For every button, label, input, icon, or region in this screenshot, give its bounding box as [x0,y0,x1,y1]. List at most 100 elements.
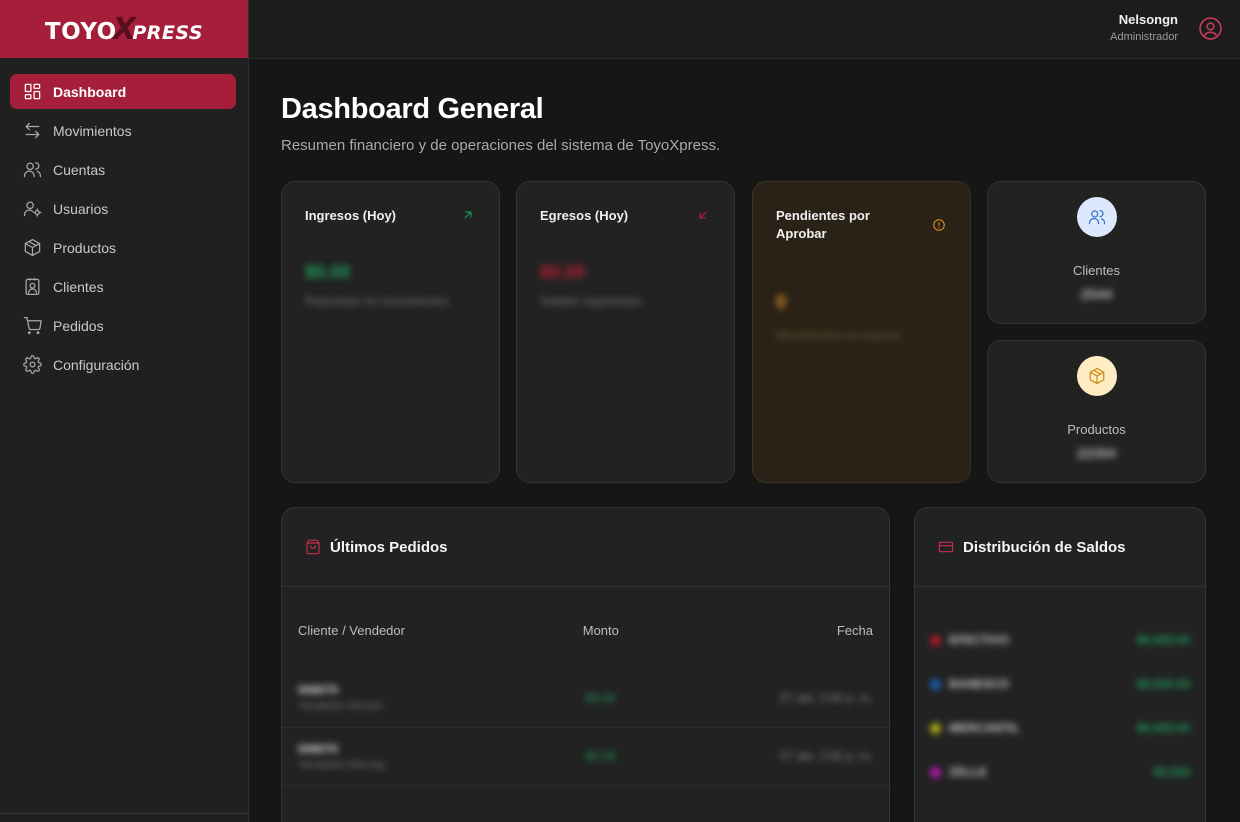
user-avatar-icon[interactable] [1198,16,1223,41]
panel-title: Últimos Pedidos [330,538,448,556]
sidebar-item-usuarios[interactable]: Usuarios [10,191,236,226]
balance-name: MERCANTIL [949,721,1020,735]
table-header-row: Cliente / Vendedor Monto Fecha [282,587,889,669]
user-cog-icon [22,199,42,219]
sidebar-item-label: Configuración [53,356,140,373]
contact-icon [22,277,42,297]
card-productos: Productos 22354 [987,340,1206,483]
sidebar-item-label: Usuarios [53,200,109,217]
sidebar-item-label: Productos [53,239,117,256]
alert-circle-icon [932,218,946,232]
table-row[interactable]: 008070 Vendedor Ahmed $0.00 07 abr, 2:55… [282,669,889,728]
page-title: Dashboard General [281,93,544,125]
color-dot [930,722,941,734]
cart-icon [22,316,42,336]
panel-header: Últimos Pedidos [282,508,889,587]
column-header[interactable]: Fecha [642,587,889,669]
orders-table: Cliente / Vendedor Monto Fecha 008070 Ve… [282,587,889,786]
page-subtitle: Resumen financiero y de operaciones del … [281,137,721,154]
user-info: Nelsongn Administrador [1110,12,1178,43]
panel-title: Distribución de Saldos [963,538,1126,556]
order-id: 008070 [298,741,339,756]
balance-account: MERCANTIL [930,721,1020,735]
order-date-cell: 07 abr, 2:55 p. m. [641,727,889,786]
balance-account: ZELLE [930,765,987,779]
sidebar-footer-divider [0,813,248,814]
sidebar-item-cuentas[interactable]: Cuentas [10,152,236,187]
balance-value: $0,000 [1153,765,1190,779]
list-item: MERCANTIL $0,000.00 [915,706,1205,750]
sidebar-item-configuracion[interactable]: Configuración [10,347,236,382]
arrows-icon [22,121,42,141]
egresos-value: $0.00 [540,262,586,282]
balance-value: $0,000.00 [1136,721,1190,735]
order-date: 07 abr, 2:55 p. m. [779,749,873,763]
pendientes-value: 0 [776,292,787,312]
order-date: 07 abr, 2:55 p. m. [779,690,873,705]
gear-icon [22,355,42,375]
stat-value: 2544 [1080,286,1113,302]
sidebar-item-movimientos[interactable]: Movimientos [10,113,236,148]
list-item: BANESCO $0,000.00 [915,662,1205,706]
card-pendientes: Pendientes por Aprobar 0 Movimientos en … [752,181,971,483]
pendientes-note: Movimientos en espera [776,328,901,342]
card-title: Ingresos (Hoy) [305,208,397,223]
list-item: EFECTIVO $0,000.00 [915,618,1205,662]
brand-header: TOYOXPRESS [0,0,248,58]
arrow-down-left-icon [696,208,710,222]
card-clientes: Clientes 2544 [987,181,1206,324]
egresos-note: Salidas registradas [540,294,643,308]
ingresos-value: $0.00 [305,262,351,282]
user-name: Nelsongn [1118,12,1178,27]
order-seller: Vendedor Ahmed [298,700,383,713]
sidebar-item-productos[interactable]: Productos [10,230,236,265]
column-header[interactable]: Cliente / Vendedor [282,587,560,669]
sidebar-item-clientes[interactable]: Clientes [10,269,236,304]
sidebar-item-pedidos[interactable]: Pedidos [10,308,236,343]
order-seller: Vendedor Marzap [298,758,385,771]
arrow-up-right-icon [461,208,475,222]
credit-card-icon [938,539,954,555]
balance-value: $0,000.00 [1136,633,1190,647]
logo-text-a: TOYO [44,18,117,45]
color-dot [930,766,941,778]
panel-header: Distribución de Saldos [915,508,1205,587]
shopping-bag-icon [305,539,321,555]
package-icon [1076,356,1117,396]
order-id: 008070 [298,683,339,698]
sidebar-item-dashboard[interactable]: Dashboard [10,74,236,109]
card-egresos: Egresos (Hoy) $0.00 Salidas registradas [516,181,735,483]
balance-account: BANESCO [930,677,1009,691]
balance-account: EFECTIVO [930,633,1009,647]
users-icon [22,160,42,180]
grid-icon [22,82,42,102]
color-dot [930,634,941,646]
color-dot [930,678,941,690]
order-client-cell: 008070 Vendedor Ahmed [282,669,560,728]
balances-list: EFECTIVO $0,000.00 BANESCO $0,000.00 MER… [915,587,1205,794]
stat-value: 22354 [1077,445,1116,461]
order-amount-cell: $0.00 [559,727,642,786]
sidebar-item-label: Pedidos [53,317,104,334]
order-amount: $0.00 [585,690,616,705]
order-client-cell: 008070 Vendedor Marzap [282,727,560,786]
top-bar: Nelsongn Administrador [249,0,1240,59]
balances-panel: Distribución de Saldos EFECTIVO $0,000.0… [914,507,1206,822]
ingresos-note: Reportado en movimientos [305,294,449,308]
logo-text-b: PRESS [132,21,204,44]
balance-name: ZELLE [949,765,987,779]
order-date-cell: 07 abr, 2:55 p. m. [641,669,889,728]
card-ingresos: Ingresos (Hoy) $0.00 Reportado en movimi… [281,181,500,483]
balance-name: EFECTIVO [949,633,1010,647]
sidebar-item-label: Clientes [53,278,104,295]
stat-label: Productos [1067,422,1126,437]
column-header[interactable]: Monto [560,587,642,669]
app-logo[interactable]: TOYOXPRESS [45,12,203,47]
sidebar-item-label: Dashboard [53,83,127,100]
card-title: Egresos (Hoy) [540,208,629,223]
order-amount: $0.00 [585,749,616,763]
stat-label: Clientes [1073,263,1120,278]
package-icon [22,238,42,258]
card-title: Pendientes por Aprobar [776,208,870,241]
table-row[interactable]: 008070 Vendedor Marzap $0.00 07 abr, 2:5… [282,727,889,786]
